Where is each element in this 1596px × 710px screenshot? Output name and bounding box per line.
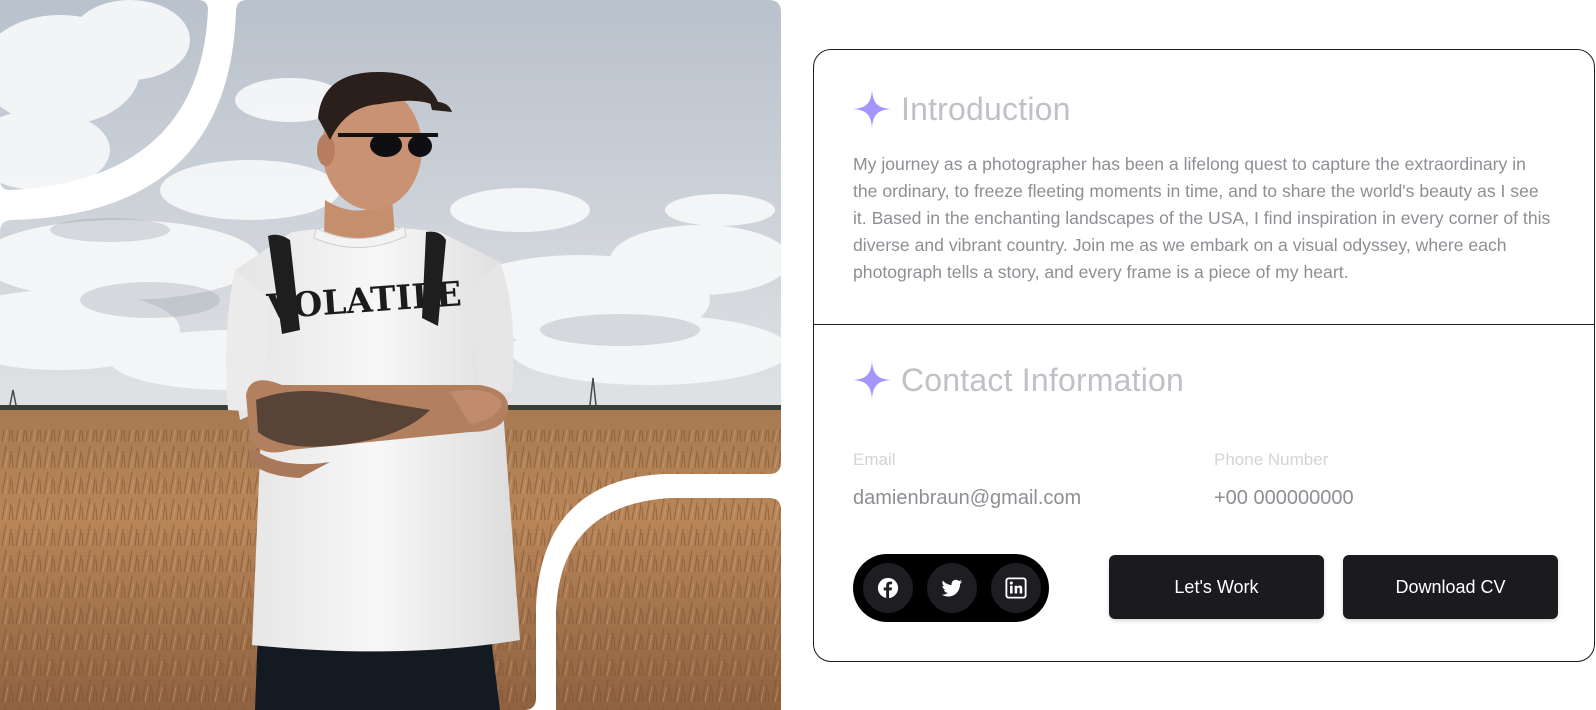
phone-label: Phone Number bbox=[1214, 450, 1329, 469]
introduction-section: Introduction My journey as a photographe… bbox=[814, 50, 1594, 325]
sparkle-icon bbox=[853, 90, 891, 128]
photo-collage: VOLATILE bbox=[0, 0, 783, 710]
introduction-text: My journey as a photographer has been a … bbox=[853, 154, 1551, 282]
facebook-icon bbox=[877, 577, 899, 599]
email-label: Email bbox=[853, 450, 896, 469]
contact-heading: Contact Information bbox=[853, 361, 1184, 399]
linkedin-button[interactable] bbox=[991, 563, 1041, 613]
introduction-heading: Introduction bbox=[853, 90, 1071, 128]
contact-title: Contact Information bbox=[901, 361, 1185, 398]
social-links bbox=[853, 554, 1049, 622]
twitter-button[interactable] bbox=[927, 563, 977, 613]
profile-card: Introduction My journey as a photographe… bbox=[813, 49, 1595, 662]
facebook-button[interactable] bbox=[863, 563, 913, 613]
lets-work-button[interactable]: Let's Work bbox=[1109, 555, 1324, 619]
introduction-title: Introduction bbox=[901, 90, 1071, 127]
email-value[interactable]: damienbraun@gmail.com bbox=[853, 487, 1081, 510]
portrait-photo: VOLATILE bbox=[0, 0, 783, 710]
sparkle-icon bbox=[853, 361, 891, 399]
phone-value[interactable]: +00 000000000 bbox=[1214, 487, 1354, 510]
contact-section: Contact Information Email damienbraun@gm… bbox=[814, 325, 1594, 661]
download-cv-button[interactable]: Download CV bbox=[1343, 555, 1558, 619]
linkedin-icon bbox=[1005, 577, 1027, 599]
twitter-icon bbox=[941, 579, 963, 597]
